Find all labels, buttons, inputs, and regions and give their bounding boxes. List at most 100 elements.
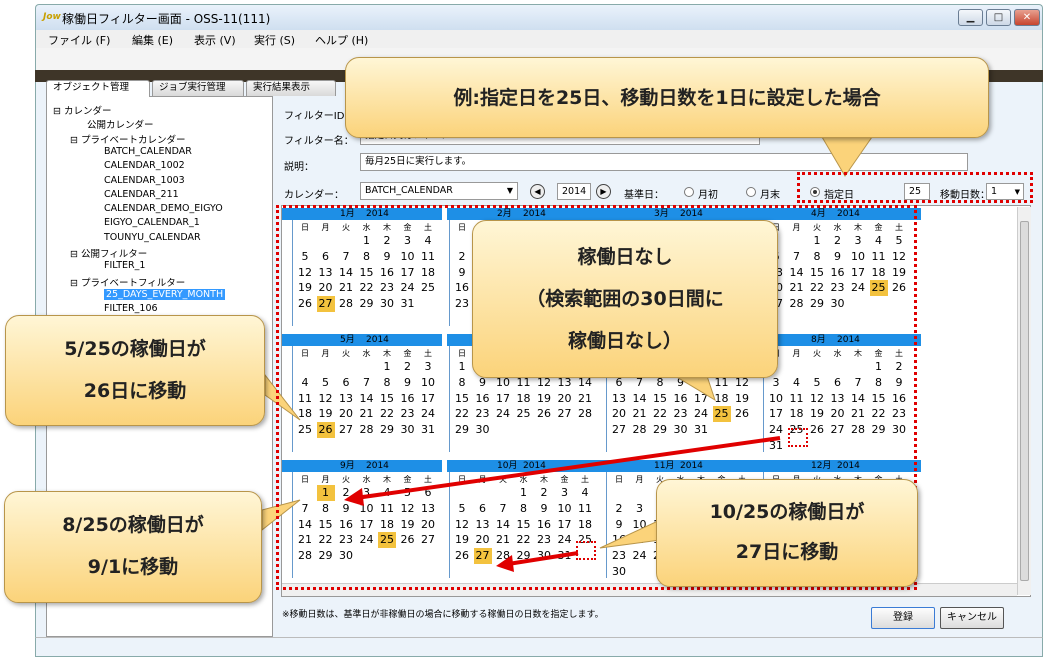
calendar-day[interactable]: 16 xyxy=(378,265,396,281)
tree-item[interactable]: ⊟ プライベートカレンダー xyxy=(70,132,185,146)
calendar-day[interactable]: 12 xyxy=(515,265,533,281)
calendar-day[interactable]: 18 xyxy=(515,391,533,407)
calendar-day[interactable]: 8 xyxy=(733,501,751,517)
calendar-day[interactable]: 10 xyxy=(631,265,649,281)
calendar-day[interactable]: 17 xyxy=(692,391,710,407)
tree-item[interactable]: TOUNYU_CALENDAR xyxy=(104,232,201,243)
calendar-day[interactable]: 12 xyxy=(535,375,553,391)
calendar-day[interactable]: 27 xyxy=(890,532,908,548)
calendar-day[interactable]: 9 xyxy=(474,375,492,391)
calendar-day[interactable]: 28 xyxy=(788,296,806,312)
calendar-day[interactable]: 30 xyxy=(808,548,826,564)
calendar-day[interactable]: 19 xyxy=(870,517,888,533)
calendar-day[interactable]: 17 xyxy=(358,517,376,533)
calendar-day[interactable]: 25 xyxy=(419,280,437,296)
calendar-day[interactable]: 25 xyxy=(651,296,669,312)
calendar-day[interactable]: 22 xyxy=(515,532,533,548)
calendar-day[interactable]: 26 xyxy=(399,532,417,548)
calendar-day[interactable]: 7 xyxy=(788,249,806,265)
calendar-day[interactable]: 12 xyxy=(399,501,417,517)
calendar-day[interactable]: 18 xyxy=(849,517,867,533)
calendar-day[interactable]: 3 xyxy=(474,249,492,265)
calendar-day[interactable]: 2 xyxy=(808,485,826,501)
calendar-day[interactable]: 30 xyxy=(610,312,628,328)
tree-item[interactable]: 25_DAYS_EVERY_MONTH xyxy=(104,288,226,300)
calendar-day[interactable]: 4 xyxy=(713,359,731,375)
calendar-day[interactable]: 21 xyxy=(296,532,314,548)
maximize-button[interactable]: □ xyxy=(986,9,1011,26)
calendar-day[interactable]: 11 xyxy=(494,265,512,281)
calendar-day[interactable]: 24 xyxy=(494,406,512,422)
calendar-day[interactable]: 4 xyxy=(870,233,888,249)
calendar-day[interactable]: 31 xyxy=(419,422,437,438)
tree-item[interactable]: CALENDAR_1003 xyxy=(104,175,185,186)
calendar-day[interactable]: 22 xyxy=(576,280,594,296)
calendar-day[interactable]: 24 xyxy=(631,548,649,564)
calendar-day[interactable]: 13 xyxy=(767,265,785,281)
calendar-day[interactable]: 28 xyxy=(767,548,785,564)
calendar-day[interactable]: 3 xyxy=(692,359,710,375)
calendar-day[interactable]: 2 xyxy=(672,359,690,375)
calendar-day[interactable]: 16 xyxy=(808,517,826,533)
calendar-day[interactable]: 18 xyxy=(419,265,437,281)
calendar-day[interactable]: 30 xyxy=(337,548,355,564)
calendar-day[interactable]: 7 xyxy=(631,375,649,391)
calendar-day[interactable]: 21 xyxy=(556,280,574,296)
calendar-day[interactable]: 6 xyxy=(317,249,335,265)
calendar-day[interactable]: 29 xyxy=(317,548,335,564)
calendar-day[interactable]: 25 xyxy=(378,532,396,549)
calendar-day[interactable]: 22 xyxy=(378,406,396,422)
calendar-day[interactable]: 21 xyxy=(713,532,731,548)
radio-month-end[interactable] xyxy=(746,187,756,197)
calendar-day[interactable]: 16 xyxy=(610,280,628,296)
calendar-day[interactable]: 9 xyxy=(610,265,628,281)
calendar-day[interactable]: 25 xyxy=(651,548,669,564)
next-year-button[interactable]: ▶ xyxy=(596,184,611,199)
calendar-day[interactable]: 3 xyxy=(631,249,649,265)
minimize-button[interactable]: ▁ xyxy=(958,9,983,26)
calendar-day[interactable]: 8 xyxy=(576,249,594,265)
calendar-day[interactable]: 11 xyxy=(788,391,806,407)
calendar-day[interactable]: 20 xyxy=(535,280,553,296)
calendar-day[interactable]: 5 xyxy=(317,375,335,391)
calendar-day[interactable]: 17 xyxy=(419,391,437,407)
calendar-day[interactable]: 7 xyxy=(849,375,867,391)
calendar-day[interactable]: 14 xyxy=(788,265,806,281)
calendar-day[interactable]: 5 xyxy=(515,249,533,265)
calendar-day[interactable]: 1 xyxy=(515,485,533,501)
calendar-day[interactable]: 1 xyxy=(316,485,335,501)
calendar-day[interactable]: 21 xyxy=(337,280,355,296)
calendar-day[interactable]: 1 xyxy=(651,359,669,375)
tab-execution-results[interactable]: 実行結果表示 xyxy=(246,80,336,96)
calendar-day[interactable]: 4 xyxy=(515,359,533,375)
calendar-day[interactable]: 3 xyxy=(767,375,785,391)
calendar-day[interactable]: 10 xyxy=(556,501,574,517)
calendar-day[interactable]: 20 xyxy=(419,517,437,533)
horizontal-scrollbar[interactable] xyxy=(282,583,1017,596)
calendar-day[interactable]: 16 xyxy=(399,391,417,407)
calendar-day[interactable]: 15 xyxy=(515,517,533,533)
calendar-day[interactable]: 25 xyxy=(296,422,314,438)
radio-month-start[interactable] xyxy=(684,187,694,197)
calendar-day[interactable]: 16 xyxy=(610,532,628,548)
calendar-day[interactable]: 14 xyxy=(631,391,649,407)
calendar-day[interactable]: 12 xyxy=(317,391,335,407)
calendar-day[interactable]: 19 xyxy=(672,532,690,548)
calendar-day[interactable]: 10 xyxy=(631,517,649,533)
radio-specified-day[interactable] xyxy=(810,187,820,197)
calendar-day[interactable]: 6 xyxy=(419,485,437,501)
calendar-day[interactable]: 7 xyxy=(713,501,731,517)
calendar-day[interactable]: 17 xyxy=(399,265,417,281)
calendar-day[interactable]: 20 xyxy=(337,406,355,422)
tree-item[interactable]: 公開カレンダー xyxy=(87,117,154,131)
calendar-day[interactable]: 6 xyxy=(890,485,908,501)
calendar-day[interactable]: 2 xyxy=(829,233,847,249)
tab-job-execution[interactable]: ジョブ実行管理 xyxy=(152,80,244,96)
calendar-day[interactable]: 15 xyxy=(651,391,669,407)
calendar-day[interactable]: 29 xyxy=(870,422,888,438)
calendar-day[interactable]: 16 xyxy=(474,391,492,407)
calendar-day[interactable]: 20 xyxy=(317,280,335,296)
calendar-day[interactable]: 27 xyxy=(692,548,710,564)
calendar-day[interactable]: 20 xyxy=(829,406,847,422)
calendar-day[interactable]: 28 xyxy=(713,296,731,312)
